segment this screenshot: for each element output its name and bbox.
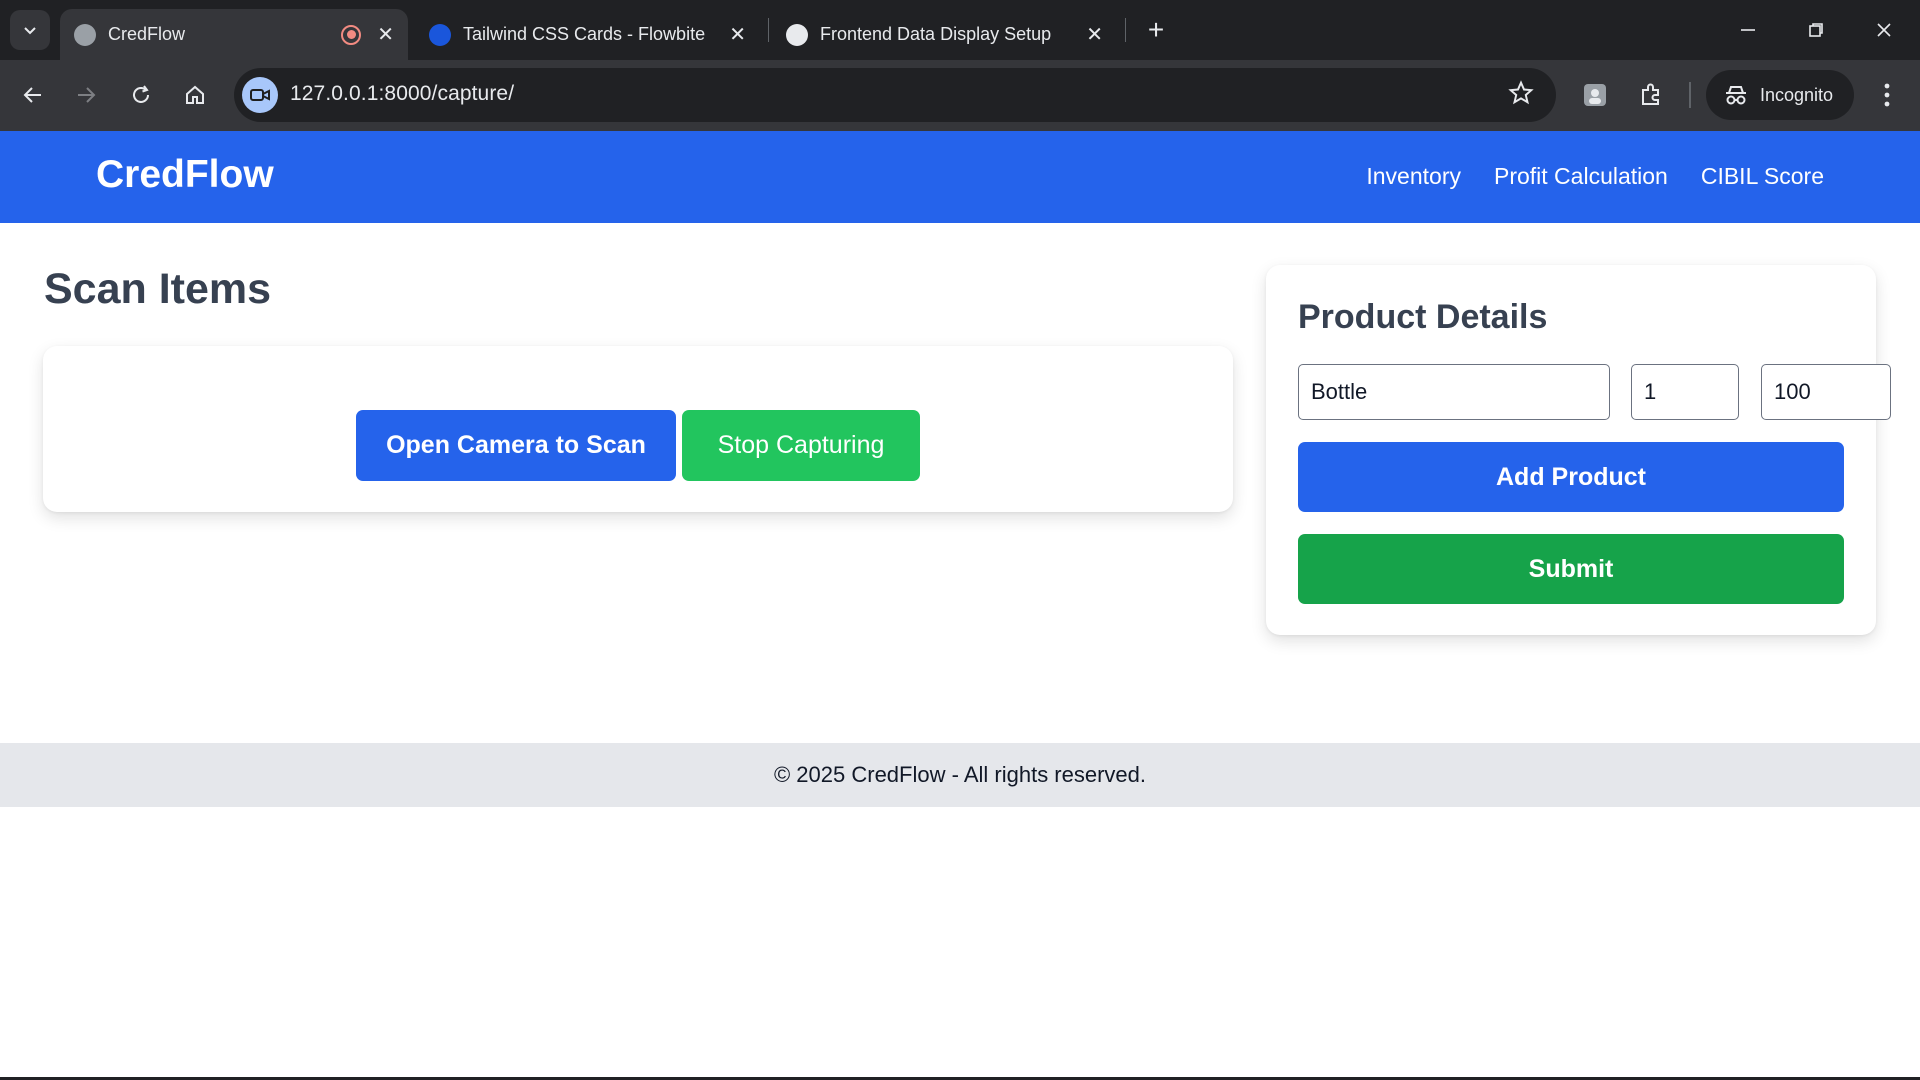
nav-link-inventory[interactable]: Inventory	[1366, 163, 1461, 190]
tab-title: Tailwind CSS Cards - Flowbite	[463, 24, 706, 44]
footer-copyright: © 2025 CredFlow - All rights reserved.	[773, 762, 1147, 787]
close-tab-icon[interactable]: ✕	[377, 22, 394, 47]
scan-items-heading: Scan Items	[44, 265, 272, 313]
new-tab-button[interactable]: +	[1140, 14, 1172, 46]
incognito-indicator[interactable]: Incognito	[1706, 70, 1854, 120]
minimize-icon	[1741, 29, 1755, 31]
stop-capturing-button[interactable]: Stop Capturing	[682, 410, 920, 481]
open-camera-button[interactable]: Open Camera to Scan	[356, 410, 676, 481]
site-footer: © 2025 CredFlow - All rights reserved.	[0, 743, 1920, 807]
page-content: CredFlow Inventory Profit Calculation CI…	[0, 131, 1920, 1080]
close-window-button[interactable]	[1850, 0, 1918, 60]
forward-button[interactable]	[64, 73, 108, 117]
nav-link-cibil-score[interactable]: CIBIL Score	[1701, 163, 1824, 190]
home-icon	[186, 85, 204, 104]
browser-tab-strip: CredFlow ✕ Tailwind CSS Cards - Flowbite…	[0, 0, 1920, 60]
extensions-puzzle-icon[interactable]	[1632, 76, 1670, 114]
close-tab-icon[interactable]: ✕	[1086, 22, 1103, 47]
close-icon	[1877, 23, 1891, 37]
back-button[interactable]	[11, 73, 55, 117]
close-tab-icon[interactable]: ✕	[729, 22, 746, 47]
arrow-right-icon	[78, 87, 96, 103]
browser-menu-button[interactable]	[1872, 76, 1902, 114]
brand-logo[interactable]: CredFlow	[96, 153, 274, 197]
globe-icon	[74, 23, 96, 46]
incognito-label: Incognito	[1760, 84, 1834, 105]
tab-title: CredFlow	[108, 24, 186, 44]
tab-credflow[interactable]: CredFlow ✕	[60, 9, 408, 60]
scan-card: Open Camera to Scan Stop Capturing	[43, 346, 1233, 512]
camera-in-use-icon[interactable]	[242, 77, 278, 113]
submit-button[interactable]: Submit	[1298, 534, 1844, 604]
flowbite-icon	[429, 23, 451, 46]
tab-frontend-data[interactable]: Frontend Data Display Setup ✕	[772, 9, 1117, 60]
tab-title: Frontend Data Display Setup	[820, 24, 1052, 44]
product-details-heading: Product Details	[1298, 298, 1548, 336]
address-bar[interactable]: 127.0.0.1:8000/capture/	[234, 68, 1556, 122]
nav-links: Inventory Profit Calculation CIBIL Score	[1366, 163, 1824, 190]
more-vert-icon	[1884, 83, 1890, 107]
restore-icon	[1809, 23, 1823, 37]
product-price-input[interactable]	[1761, 364, 1891, 420]
browser-toolbar: 127.0.0.1:8000/capture/ Incognito	[0, 60, 1920, 131]
nav-link-profit-calculation[interactable]: Profit Calculation	[1494, 163, 1668, 190]
tab-flowbite[interactable]: Tailwind CSS Cards - Flowbite ✕	[415, 9, 760, 60]
site-navbar: CredFlow Inventory Profit Calculation CI…	[0, 131, 1920, 223]
tab-separator	[1125, 18, 1126, 42]
bookmark-star-icon[interactable]	[1508, 80, 1534, 111]
restore-button[interactable]	[1782, 0, 1850, 60]
add-product-button[interactable]: Add Product	[1298, 442, 1844, 512]
tab-search-button[interactable]	[10, 10, 50, 50]
recording-icon	[341, 24, 362, 45]
home-button[interactable]	[173, 73, 217, 117]
product-name-input[interactable]	[1298, 364, 1610, 420]
profile-extension-icon[interactable]	[1576, 76, 1614, 114]
product-quantity-input[interactable]	[1631, 364, 1739, 420]
chevron-down-icon	[24, 27, 36, 35]
arrow-left-icon	[23, 87, 41, 103]
product-details-card: Product Details Add Product Submit	[1266, 265, 1891, 635]
minimize-button[interactable]	[1714, 0, 1782, 60]
toolbar-separator	[1689, 82, 1691, 108]
incognito-icon	[1726, 86, 1746, 105]
reload-icon	[133, 85, 149, 103]
chatgpt-icon	[786, 23, 808, 46]
url-text: 127.0.0.1:8000/capture/	[290, 82, 515, 105]
reload-button[interactable]	[119, 73, 163, 117]
tab-separator	[768, 18, 769, 42]
